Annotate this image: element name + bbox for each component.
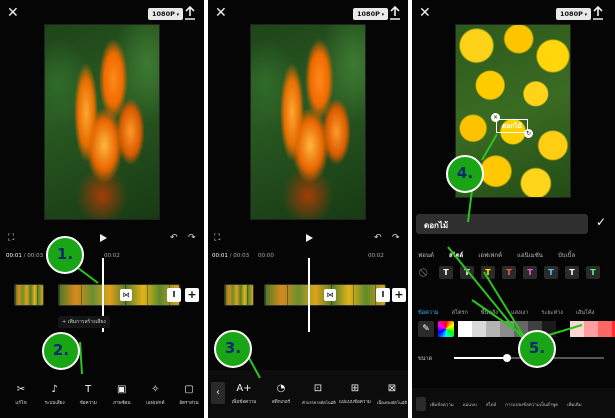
step-marker-3: 3. xyxy=(214,330,252,368)
step-marker-5: 5. xyxy=(518,330,556,368)
editor-panel-2: ✕ 1080P ⛶ ↶ ↷ 00:01 / 00:03 00:00 00:02 … xyxy=(208,0,408,418)
step-marker-2: 2. xyxy=(42,332,80,370)
step-marker-1: 1. xyxy=(46,236,84,274)
editor-panel-1: ✕ 1080P ⛶ ↶ ↷ 00:01 / 00:03 00:02 ⋈ I + … xyxy=(0,0,204,418)
step-marker-4: 4. xyxy=(446,155,484,193)
annotation-arrows xyxy=(77,267,99,375)
annotation-arrows xyxy=(447,133,583,341)
text-style-panel: ✕ 1080P ดอกไม้ × ↻ ดอกไม้ ✓ ฟอนต์ สไตล์ … xyxy=(412,0,615,418)
